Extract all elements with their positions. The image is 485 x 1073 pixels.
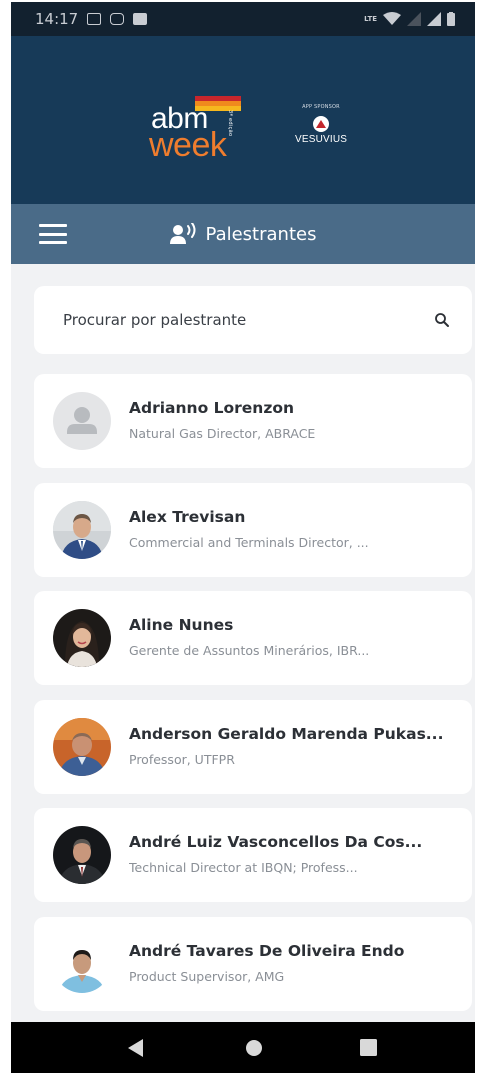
avatar-photo-image bbox=[53, 609, 111, 667]
speaker-name: André Tavares De Oliveira Endo bbox=[129, 941, 405, 960]
sponsor-name: VESUVIUS bbox=[295, 134, 348, 145]
avatar-photo-image bbox=[53, 934, 111, 993]
speaker-card[interactable]: Anderson Geraldo Marenda Pukas... Profes… bbox=[34, 699, 472, 794]
avatar-placeholder bbox=[53, 392, 111, 450]
menu-line bbox=[39, 224, 67, 227]
speaker-name: Anderson Geraldo Marenda Pukas... bbox=[129, 724, 444, 743]
avatar-photo-image bbox=[53, 500, 111, 559]
speaker-role: Professor, UTFPR bbox=[129, 751, 235, 767]
gmail-notification-icon bbox=[87, 13, 102, 25]
search-bar bbox=[34, 286, 472, 354]
speaker-role: Natural Gas Director, ABRACE bbox=[129, 426, 316, 441]
wifi-icon bbox=[383, 12, 401, 25]
speaker-card[interactable]: André Luiz Vasconcellos Da Cos... Techni… bbox=[34, 808, 472, 902]
instagram-notification-icon bbox=[110, 13, 125, 25]
app-sponsor: APP SPONSOR VESUVIUS bbox=[295, 104, 347, 145]
app-screen: 14:17 LTE abm 3ª edição week APP SPONSOR bbox=[11, 2, 475, 1073]
android-navigation-bar bbox=[11, 1022, 475, 1073]
avatar-photo-image bbox=[53, 826, 111, 884]
signal-weak-icon bbox=[407, 12, 421, 26]
speaker-icon bbox=[169, 223, 196, 244]
hamburger-menu-button[interactable] bbox=[37, 221, 69, 247]
avatar-photo bbox=[53, 500, 111, 559]
nav-title-group: Palestrantes bbox=[11, 204, 475, 264]
search-input[interactable] bbox=[61, 310, 434, 330]
speaker-card[interactable]: Aline Nunes Gerente de Assuntos Minerári… bbox=[34, 591, 472, 685]
speaker-card[interactable]: Adrianno Lorenzon Natural Gas Director, … bbox=[34, 374, 472, 468]
avatar-photo bbox=[53, 826, 111, 884]
menu-line bbox=[39, 241, 67, 244]
speaker-role: Commercial and Terminals Director, ... bbox=[129, 534, 369, 550]
speaker-role: Technical Director at IBQN; Profess... bbox=[129, 860, 358, 875]
speaker-name: André Luiz Vasconcellos Da Cos... bbox=[129, 833, 423, 851]
abm-week-logo: abm 3ª edição week bbox=[149, 96, 241, 166]
speaker-card[interactable]: Alex Trevisan Commercial and Terminals D… bbox=[34, 482, 472, 577]
avatar-photo bbox=[53, 717, 111, 776]
search-icon[interactable] bbox=[434, 312, 450, 328]
speaker-name: Adrianno Lorenzon bbox=[129, 399, 295, 417]
speaker-role: Gerente de Assuntos Minerários, IBR... bbox=[129, 643, 370, 658]
signal-icon bbox=[427, 12, 441, 26]
home-icon[interactable] bbox=[245, 1039, 263, 1057]
back-icon[interactable] bbox=[128, 1039, 144, 1057]
logo-edition: 3ª edição bbox=[227, 110, 233, 137]
speaker-list: Adrianno Lorenzon Natural Gas Director, … bbox=[34, 374, 472, 1025]
status-time: 14:17 bbox=[35, 10, 79, 28]
event-banner: abm 3ª edição week APP SPONSOR VESUVIUS bbox=[11, 36, 475, 204]
sponsor-label: APP SPONSOR bbox=[302, 104, 340, 110]
logo-text-week: week bbox=[149, 126, 227, 164]
status-bar: 14:17 LTE bbox=[11, 2, 475, 36]
top-nav-bar: Palestrantes bbox=[11, 204, 475, 264]
speaker-name: Alex Trevisan bbox=[129, 507, 246, 526]
recents-icon[interactable] bbox=[360, 1039, 377, 1056]
linkedin-notification-icon bbox=[133, 13, 148, 25]
speaker-role: Product Supervisor, AMG bbox=[129, 968, 285, 984]
battery-icon bbox=[447, 12, 455, 26]
menu-line bbox=[39, 232, 67, 236]
speaker-card[interactable]: André Tavares De Oliveira Endo Product S… bbox=[34, 916, 472, 1011]
avatar-photo-image bbox=[53, 717, 111, 776]
page-title: Palestrantes bbox=[205, 223, 317, 245]
speaker-name: Aline Nunes bbox=[129, 616, 234, 634]
avatar-photo bbox=[53, 609, 111, 667]
vesuvius-logo-icon bbox=[313, 116, 329, 132]
person-placeholder-icon bbox=[53, 392, 111, 450]
avatar-photo bbox=[53, 934, 111, 993]
network-type-label: LTE bbox=[364, 14, 377, 23]
